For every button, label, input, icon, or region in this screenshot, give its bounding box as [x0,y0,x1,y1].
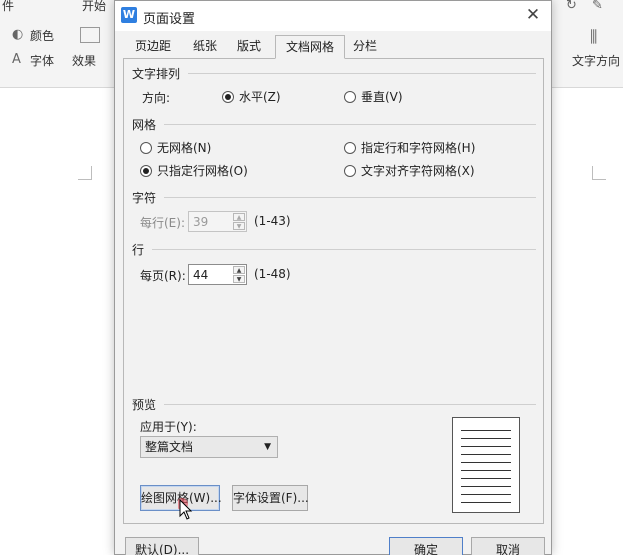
close-button[interactable]: ✕ [521,4,545,26]
group-divider [164,197,536,198]
chars-per-line-input [189,212,233,231]
text-direction-group-label: 文字排列 [132,67,181,81]
ok-button[interactable]: 确定 [389,537,463,555]
apply-to-label: 应用于(Y): [140,420,197,434]
ribbon-font-button[interactable]: 字体 [30,52,54,69]
preview-line [461,454,511,455]
stepper-buttons: ▲ ▼ [233,266,245,283]
ribbon-effect-button[interactable]: 效果 [72,52,96,69]
crop-mark [592,166,606,180]
palette-icon[interactable]: ◐ [12,27,23,42]
direction-label: 方向: [142,91,171,105]
radio-line-and-char-grid-label: 指定行和字符网格(H) [361,141,476,155]
radio-indicator [344,164,356,177]
radio-indicator [140,141,152,154]
apply-to-select[interactable]: 整篇文档 ▼ [140,436,278,458]
preview-line [461,470,511,471]
radio-snap-to-char-grid[interactable]: 文字对齐字符网格(X) [344,162,475,179]
radio-vertical[interactable]: 垂直(V) [344,88,403,105]
preview-line [461,486,511,487]
preview-line [461,478,511,479]
font-settings-button[interactable]: 字体设置(F)... [232,485,309,511]
tab-document-grid[interactable]: 文档网格 [275,35,345,59]
mouse-cursor-icon [178,498,193,520]
stepper-down-icon[interactable]: ▼ [233,275,245,283]
group-divider [164,404,536,405]
stepper-up-icon: ▲ [233,213,245,221]
radio-indicator [140,164,152,177]
ribbon-color-button[interactable]: 颜色 [30,27,54,44]
lines-per-page-stepper[interactable]: ▲ ▼ [188,264,247,285]
dialog-titlebar[interactable]: W 页面设置 ✕ [115,1,551,31]
ribbon-text-direction-button[interactable]: 文字方向 [572,52,620,69]
characters-group-label: 字符 [132,191,157,205]
preview-line [461,438,511,439]
preview-line [461,446,511,447]
radio-indicator [344,90,356,103]
radio-line-grid-only-label: 只指定行网格(O) [157,164,248,178]
radio-indicator [344,141,356,154]
document-grid-panel: 文字排列 方向: 水平(Z) 垂直(V) 网格 无网格(N) 指定行和字符网格(… [123,58,544,524]
preview-group-label: 预览 [132,398,157,412]
group-divider [164,124,536,125]
chars-per-line-label: 每行(E): [140,216,185,230]
preview-line [461,494,511,495]
cancel-button[interactable]: 取消 [471,537,545,555]
radio-no-grid[interactable]: 无网格(N) [140,139,211,156]
refresh-icon[interactable]: ↻ [566,0,577,13]
stepper-buttons: ▲ ▼ [233,213,245,230]
radio-snap-to-char-grid-label: 文字对齐字符网格(X) [361,164,475,178]
apply-to-value: 整篇文档 [145,440,194,454]
radio-line-and-char-grid[interactable]: 指定行和字符网格(H) [344,139,475,156]
radio-vertical-label: 垂直(V) [361,90,403,104]
close-icon: ✕ [525,5,541,25]
grid-group-label: 网格 [132,118,157,132]
tab-margins[interactable]: 页边距 [129,35,177,59]
tab-layout[interactable]: 版式 [231,35,267,59]
text-direction-icon[interactable]: ⫼ [590,27,597,47]
default-button[interactable]: 默认(D)... [125,537,199,555]
page-preview [452,417,520,513]
ribbon-start-tab[interactable]: 开始 [82,0,106,14]
stepper-down-icon: ▼ [233,222,245,230]
chars-per-line-stepper: ▲ ▼ [188,211,247,232]
font-icon[interactable]: A [12,52,21,67]
tab-paper[interactable]: 纸张 [187,35,223,59]
preview-line [461,462,511,463]
tab-columns[interactable]: 分栏 [347,35,383,59]
lines-per-page-input[interactable] [189,265,233,284]
radio-line-grid-only[interactable]: 只指定行网格(O) [140,162,248,179]
radio-no-grid-label: 无网格(N) [157,141,212,155]
wps-writer-icon: W [121,7,137,23]
edit-icon[interactable]: ✎ [592,0,603,13]
dropdown-arrow-icon: ▼ [264,442,271,452]
radio-horizontal-label: 水平(Z) [239,90,281,104]
group-divider [152,249,536,250]
stepper-up-icon[interactable]: ▲ [233,266,245,274]
dialog-title: 页面设置 [143,12,196,27]
ribbon-file-menu[interactable]: 件 [2,0,14,14]
lines-per-page-range: (1-48) [254,267,291,281]
crop-mark [78,166,92,180]
radio-indicator [222,90,234,103]
lines-group-label: 行 [132,243,145,257]
group-divider [188,73,536,74]
radio-horizontal[interactable]: 水平(Z) [222,88,281,105]
page-setup-dialog: W 页面设置 ✕ 页边距 纸张 版式 文档网格 分栏 文字排列 方向: 水平(Z… [114,0,552,555]
ribbon-thumbnail-icon[interactable] [80,27,100,43]
chars-per-line-range: (1-43) [254,214,291,228]
preview-line [461,502,511,503]
preview-line [461,430,511,431]
lines-per-page-label: 每页(R): [140,269,186,283]
